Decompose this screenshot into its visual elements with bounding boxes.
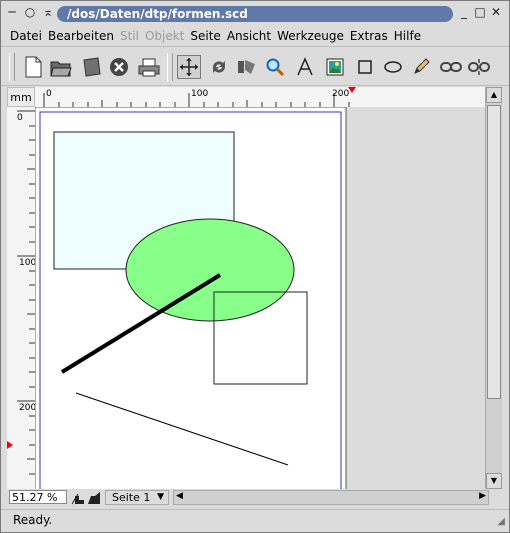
scroll-down-icon[interactable]: ▼ [486, 473, 502, 489]
chevron-down-icon: ▼ [157, 492, 164, 502]
ellipse-tool-icon[interactable] [381, 55, 405, 79]
maximize-icon[interactable]: □ [473, 5, 487, 19]
title-bar: ─ ○ ⌅ /dos/Daten/dtp/formen.scd _ □ ✕ [1, 1, 509, 26]
toolbar [1, 49, 509, 86]
vertical-ruler[interactable]: 0 100 200 [7, 107, 36, 489]
bottom-bar: 51.27 % Seite 1 ▼ ◀ ▶ [7, 489, 501, 507]
page-select[interactable]: Seite 1 ▼ [105, 490, 169, 505]
document-canvas[interactable] [35, 107, 485, 489]
menu-ansicht[interactable]: Ansicht [224, 29, 274, 43]
save-icon[interactable] [79, 55, 103, 79]
zoom-out-icon[interactable] [71, 491, 85, 508]
select-move-icon[interactable] [177, 55, 201, 79]
toolbar-grip[interactable] [9, 53, 15, 81]
image-tool-icon[interactable] [323, 55, 347, 79]
vruler-position-marker [7, 441, 13, 449]
menu-objekt[interactable]: Objekt [142, 29, 187, 43]
menu-bearbeiten[interactable]: Bearbeiten [45, 29, 117, 43]
rectangle-tool-icon[interactable] [353, 55, 377, 79]
unlink-frames-icon[interactable] [467, 55, 491, 79]
menu-werkzeuge[interactable]: Werkzeuge [274, 29, 347, 43]
zoom-icon[interactable] [263, 55, 287, 79]
scroll-right-icon[interactable]: ▶ [479, 491, 486, 501]
rotate-icon[interactable] [207, 55, 231, 79]
hruler-label-0: 0 [46, 89, 52, 99]
new-document-icon[interactable] [21, 55, 45, 79]
toolbar-grip-2[interactable] [167, 53, 173, 81]
vertical-scrollbar[interactable]: ▲ ▼ [485, 87, 502, 489]
close-icon[interactable]: ✕ [489, 5, 503, 19]
ruler-position-marker [348, 87, 356, 93]
ruler-unit-label[interactable]: mm [7, 87, 35, 107]
status-text: Ready. [13, 513, 53, 527]
vruler-label-200: 200 [19, 403, 37, 413]
window-menu-icon[interactable]: ─ [5, 5, 19, 19]
hruler-label-100: 100 [191, 89, 209, 99]
scroll-left-icon[interactable]: ◀ [176, 491, 183, 501]
hruler-label-200: 200 [332, 89, 350, 99]
menu-datei[interactable]: Datei [7, 29, 45, 43]
status-bar: Ready. ◢ [1, 509, 509, 531]
close-document-icon[interactable] [107, 55, 131, 79]
vruler-label-100: 100 [19, 258, 37, 268]
menu-hilfe[interactable]: Hilfe [391, 29, 424, 43]
zoom-input[interactable]: 51.27 % [9, 490, 67, 504]
horizontal-ruler[interactable]: 0 100 200 [35, 87, 485, 108]
menu-extras[interactable]: Extras [347, 29, 391, 43]
zoom-in-icon[interactable] [87, 491, 101, 508]
ellipse-shape[interactable] [125, 218, 295, 322]
application-window: ─ ○ ⌅ /dos/Daten/dtp/formen.scd _ □ ✕ Da… [0, 0, 510, 533]
window-stick-icon[interactable]: ⌅ [41, 5, 55, 19]
vertical-scroll-thumb[interactable] [487, 105, 501, 399]
pencil-tool-icon[interactable] [409, 55, 433, 79]
resize-grip-icon[interactable]: ◢ [497, 512, 505, 532]
scroll-up-icon[interactable]: ▲ [486, 87, 502, 103]
vruler-label-0: 0 [17, 113, 23, 123]
link-frames-icon[interactable] [439, 55, 463, 79]
open-folder-icon[interactable] [49, 55, 73, 79]
menu-stil[interactable]: Stil [117, 29, 142, 43]
page-select-label: Seite 1 [112, 491, 151, 504]
minimize-icon[interactable]: _ [457, 5, 471, 19]
window-shade-icon[interactable]: ○ [23, 5, 37, 19]
menu-bar: Datei Bearbeiten Stil Objekt Seite Ansic… [1, 25, 509, 47]
menu-seite[interactable]: Seite [187, 29, 223, 43]
window-title: /dos/Daten/dtp/formen.scd [57, 6, 453, 22]
horizontal-scrollbar[interactable]: ◀ ▶ [173, 490, 489, 505]
print-icon[interactable] [137, 55, 161, 79]
edit-contents-icon[interactable] [235, 55, 259, 79]
text-tool-icon[interactable] [293, 55, 317, 79]
